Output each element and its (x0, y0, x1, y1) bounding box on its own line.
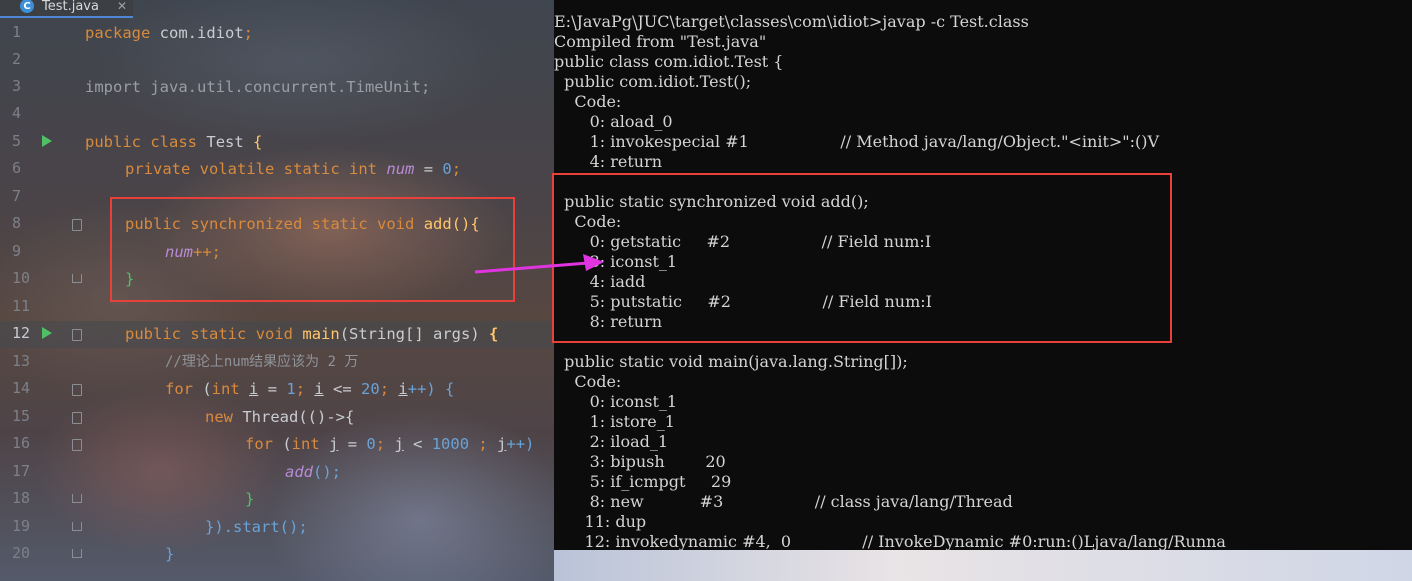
line-number: 20 (12, 544, 31, 562)
fold-end-icon[interactable] (72, 522, 82, 531)
line-number: 7 (12, 187, 22, 205)
run-main-icon[interactable] (42, 327, 52, 339)
fold-end-icon[interactable] (72, 494, 82, 503)
terminal-line: public com.idiot.Test(); (554, 72, 752, 91)
line-number: 1 (12, 23, 22, 41)
line-number: 14 (12, 379, 31, 397)
code-editor[interactable]: C Test.java ✕ 1 2 3 4 5 6 7 8 9 10 11 12… (0, 0, 556, 581)
code-line-16: for (int j = 0; j < 1000 ; j++) (245, 435, 535, 453)
terminal-line: 5: if_icmpgt 29 (554, 472, 732, 491)
line-number: 15 (12, 407, 31, 425)
line-number: 17 (12, 462, 31, 480)
highlight-box-bytecode (552, 173, 1172, 343)
code-line-19: }).start(); (205, 518, 308, 536)
terminal-line: 2: iload_1 (554, 432, 669, 451)
terminal-line: E:\JavaPg\JUC\target\classes\com\idiot>j… (554, 12, 1029, 31)
line-number: 8 (12, 214, 22, 232)
desktop-wallpaper-strip (554, 550, 1412, 581)
line-number: 3 (12, 77, 22, 95)
line-number: 4 (12, 104, 22, 122)
fold-end-icon[interactable] (72, 274, 82, 283)
line-number: 5 (12, 132, 22, 150)
editor-tab[interactable]: C Test.java ✕ (0, 0, 133, 18)
terminal-line: 0: iconst_1 (554, 392, 678, 411)
line-number: 10 (12, 269, 31, 287)
highlight-box-add-method (110, 197, 515, 302)
terminal-line: 11: dup (554, 512, 647, 531)
class-icon: C (20, 0, 34, 13)
code-line-17: add(); (285, 463, 341, 481)
line-number: 11 (12, 297, 31, 315)
code-line-6: private volatile static int num = 0; (125, 160, 462, 178)
terminal-line: 1: istore_1 (554, 412, 675, 431)
line-number: 13 (12, 352, 31, 370)
line-number: 6 (12, 159, 22, 177)
fold-icon[interactable] (72, 412, 82, 424)
code-line-20: } (165, 545, 175, 563)
line-number: 16 (12, 434, 31, 452)
terminal-line: 12: invokedynamic #4, 0 // InvokeDynamic… (554, 532, 1226, 550)
terminal-line: Code: (554, 92, 622, 111)
line-number: 9 (12, 242, 22, 260)
run-class-icon[interactable] (42, 135, 52, 147)
line-number: 19 (12, 517, 31, 535)
fold-icon[interactable] (72, 439, 82, 451)
terminal-line: 4: return (554, 152, 663, 171)
fold-icon[interactable] (72, 219, 82, 231)
terminal-line: public class com.idiot.Test { (554, 52, 784, 71)
fold-icon[interactable] (72, 384, 82, 396)
code-line-3: import java.util.concurrent.TimeUnit; (85, 78, 431, 96)
code-line-13: //理论上num结果应该为 2 万 (165, 354, 359, 370)
terminal-line: 3: bipush 20 (554, 452, 726, 471)
fold-icon[interactable] (72, 329, 82, 341)
code-line-5: public class Test { (85, 133, 263, 151)
code-line-12: public static void main(String[] args) { (125, 325, 499, 343)
terminal-line: 8: new #3 // class java/lang/Thread (554, 492, 1013, 511)
terminal-line: 0: aload_0 (554, 112, 673, 131)
terminal-line: Compiled from "Test.java" (554, 32, 767, 51)
code-line-15: new Thread(()->{ (205, 408, 355, 426)
terminal-line: Code: (554, 372, 622, 391)
close-icon[interactable]: ✕ (117, 0, 127, 13)
line-number: 12 (12, 324, 31, 342)
code-line-14: for (int i = 1; i <= 20; i++) { (165, 380, 455, 398)
code-line-18: } (245, 490, 255, 508)
terminal-line: 1: invokespecial #1 // Method java/lang/… (554, 132, 1160, 151)
code-line-1: package com.idiot; (85, 24, 253, 42)
terminal-line: public static void main(java.lang.String… (554, 352, 908, 371)
line-number: 2 (12, 50, 22, 68)
tab-filename: Test.java (42, 0, 99, 14)
fold-end-icon[interactable] (72, 549, 82, 558)
annotation-arrow (474, 254, 604, 274)
line-number: 18 (12, 489, 31, 507)
